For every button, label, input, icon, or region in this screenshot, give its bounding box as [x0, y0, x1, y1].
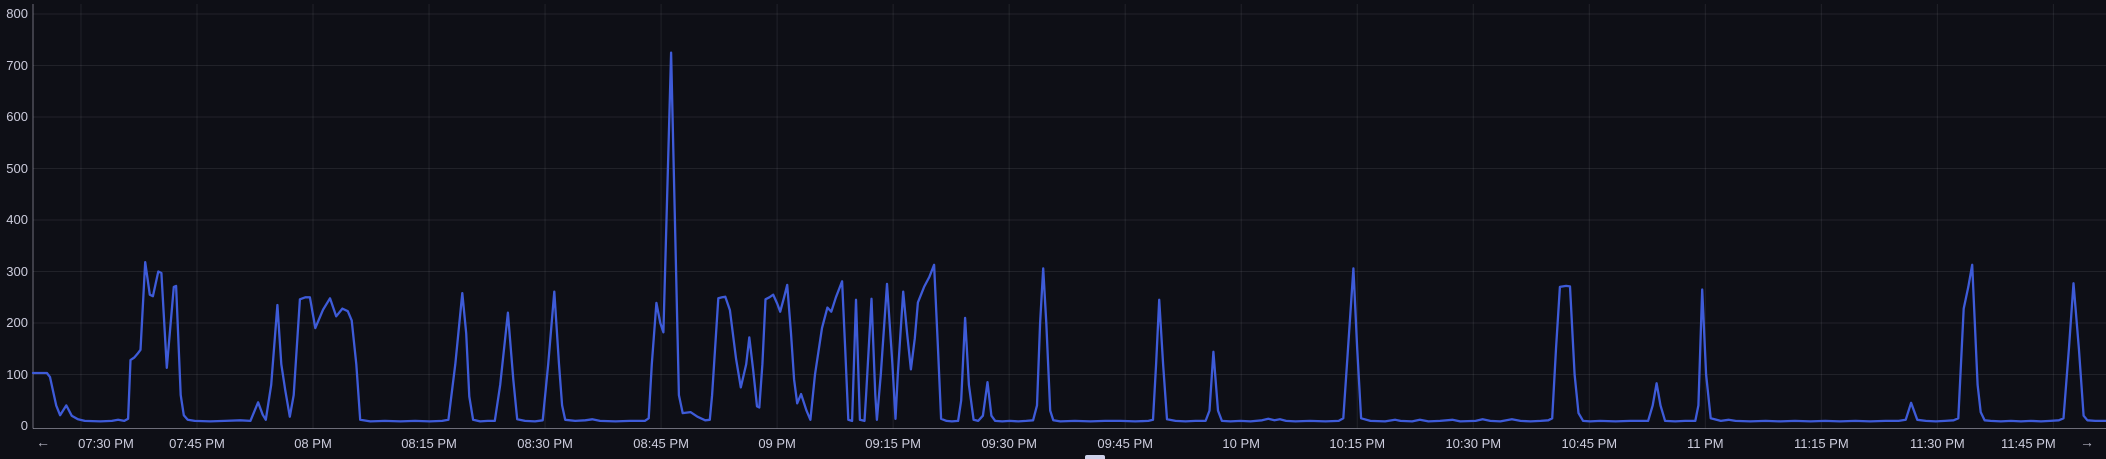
y-axis-label: 800 [6, 6, 28, 21]
x-axis-label: 10 PM [1222, 436, 1260, 451]
gridlines [33, 4, 2106, 429]
y-axis-label: 100 [6, 366, 28, 382]
x-axis-label: 11:15 PM [1794, 436, 1849, 451]
chart-plot-area[interactable] [0, 0, 2106, 459]
y-axis-label: 300 [6, 263, 28, 279]
y-axis-label: 500 [6, 160, 28, 176]
x-axis-label: 08:30 PM [517, 436, 573, 451]
y-axis-label: 600 [6, 109, 28, 124]
x-axis-label: 09 PM [758, 436, 796, 451]
time-series-panel: 800 700 600 500 400 300 200 100 0 07:30 PM 07:45 … [0, 0, 2106, 459]
y-axis-label: 200 [6, 315, 28, 330]
x-axis-label: 10:15 PM [1329, 436, 1386, 451]
x-axis-label: 10:30 PM [1445, 436, 1502, 451]
y-axis-label: 0 [20, 418, 28, 433]
x-axis-label: 09:45 PM [1097, 436, 1154, 451]
y-axis-label: 400 [6, 212, 28, 227]
legend-swatch-partial[interactable] [1085, 455, 1105, 459]
x-axis-label: 08:15 PM [401, 436, 457, 451]
x-axis-label: 07:45 PM [169, 436, 225, 451]
y-axis-label: 700 [6, 57, 28, 73]
scroll-right-arrow-icon[interactable]: → [2080, 435, 2094, 449]
series-line [31, 51, 2106, 423]
x-axis-label: 07:30 PM [78, 436, 134, 451]
x-axis-label: 10:45 PM [1561, 436, 1618, 451]
scroll-left-arrow-icon[interactable]: ← [36, 435, 50, 449]
x-axis-label: 11 PM [1687, 436, 1724, 451]
x-axis-label: 11:30 PM [1910, 436, 1965, 451]
x-axis-label: 09:15 PM [865, 436, 921, 451]
axis-lines [32, 4, 2106, 429]
x-axis-label: 08 PM [294, 436, 332, 451]
x-axis-label: 08:45 PM [633, 436, 689, 451]
x-axis-label: 09:30 PM [981, 436, 1037, 451]
x-axis-label: 11:45 PM [2001, 436, 2056, 451]
